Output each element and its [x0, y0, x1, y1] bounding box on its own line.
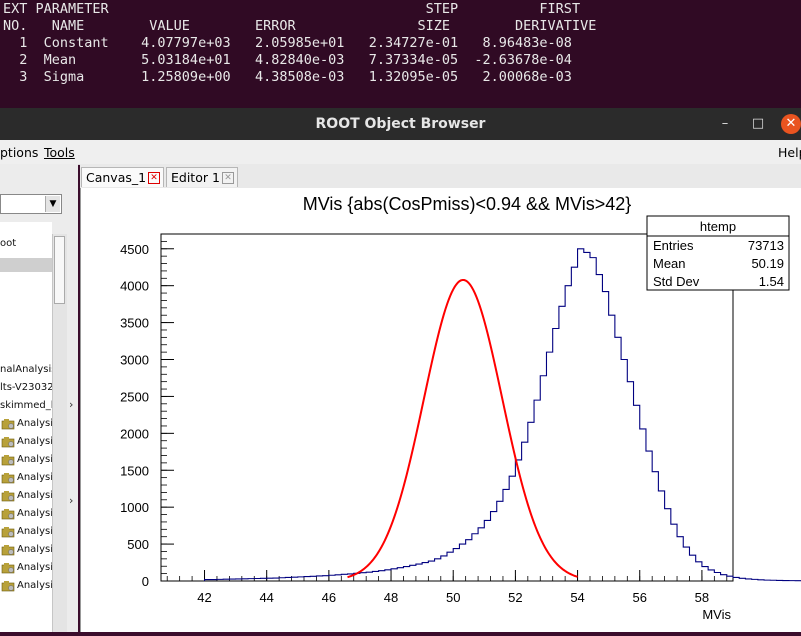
y-tick-label: 3500 [120, 316, 149, 331]
window-titlebar[interactable]: ROOT Object Browser – □ ✕ [0, 108, 801, 140]
x-tick-label: 46 [322, 590, 336, 605]
x-tick-label: 50 [446, 590, 460, 605]
tree-item[interactable]: Analysi [17, 580, 52, 591]
expand-right-icon[interactable]: › [69, 398, 73, 411]
histogram-plot[interactable]: MVis {abs(CosPmiss)<0.94 && MVis>42} 42 44… [81, 188, 801, 632]
tree-selection-highlight [0, 258, 52, 272]
y-tick-label: 1000 [120, 500, 149, 515]
tree-item[interactable]: Analysi [17, 562, 52, 573]
tree-item[interactable]: skimmed_l [0, 400, 52, 411]
x-axis-label: MVis [702, 607, 731, 622]
tree-item[interactable]: Analysi [17, 544, 52, 555]
close-icon[interactable]: ✕ [781, 114, 801, 134]
folder-icon [1, 526, 15, 538]
browser-left-pane: ▼ oot nalAnalysis lts-V23032 skimmed_l Analy… [0, 164, 78, 632]
y-tick-label: 3000 [120, 353, 149, 368]
y-tick-label: 0 [142, 574, 149, 589]
tab-canvas-1[interactable]: Canvas_1 ✕ [81, 167, 164, 187]
stats-label: Std Dev [653, 274, 700, 289]
menu-tools[interactable]: Tools [44, 145, 75, 160]
tree-item[interactable]: lts-V23032 [0, 382, 52, 393]
folder-icon [1, 436, 15, 448]
stats-value: 50.19 [751, 256, 784, 271]
close-tab-icon[interactable]: ✕ [148, 172, 160, 184]
tree-item[interactable]: Analysi [17, 436, 52, 447]
x-tick-label: 42 [197, 590, 211, 605]
menu-help[interactable]: Help [778, 145, 801, 160]
folder-icon [1, 472, 15, 484]
gaussian-fit-line [347, 278, 578, 579]
menu-options[interactable]: ptions [0, 145, 38, 160]
tree-item[interactable]: nalAnalysis [0, 364, 52, 375]
plot-title: MVis {abs(CosPmiss)<0.94 && MVis>42} [303, 194, 631, 214]
tree-item[interactable]: Analysi [17, 454, 52, 465]
file-tree[interactable]: oot nalAnalysis lts-V23032 skimmed_l Analysi… [0, 222, 52, 632]
tree-item[interactable]: Analysi [17, 418, 52, 429]
tab-editor-1[interactable]: Editor 1 ✕ [166, 167, 238, 187]
tab-bar: Canvas_1 ✕ Editor 1 ✕ [80, 164, 801, 188]
x-tick-label: 54 [570, 590, 584, 605]
menu-tools-label: Tools [44, 145, 75, 160]
menu-bar: ptions Tools Help [0, 140, 801, 165]
location-combo[interactable]: ▼ [0, 194, 62, 214]
folder-icon [1, 490, 15, 502]
y-tick-label: 2000 [120, 426, 149, 441]
fit-parameter-table: EXT PARAMETER STEP FIRST NO. NAME VALUE … [3, 1, 597, 85]
expand-right-icon-2[interactable]: › [69, 494, 73, 507]
x-tick-label: 58 [695, 590, 709, 605]
y-tick-label: 500 [127, 537, 149, 552]
stats-value: 1.54 [759, 274, 784, 289]
y-tick-label: 4500 [120, 242, 149, 257]
window-title: ROOT Object Browser [315, 116, 486, 132]
minimize-icon[interactable]: – [715, 114, 735, 134]
stats-title: htemp [700, 219, 736, 234]
folder-icon [1, 508, 15, 520]
histogram-series [203, 248, 801, 582]
tree-scrollbar[interactable] [52, 234, 67, 632]
stats-value: 73713 [748, 238, 784, 253]
y-tick-label: 1500 [120, 463, 149, 478]
tree-item[interactable]: oot [0, 238, 16, 249]
tree-scrollbar-thumb[interactable] [54, 236, 65, 304]
folder-icon [1, 544, 15, 556]
chevron-down-icon[interactable]: ▼ [45, 196, 60, 212]
root-canvas[interactable]: MVis {abs(CosPmiss)<0.94 && MVis>42} 42 44… [80, 188, 801, 632]
tree-item[interactable]: Analysi [17, 526, 52, 537]
folder-icon [1, 454, 15, 466]
background-window-ghost [0, 92, 801, 108]
y-tick-label: 2500 [120, 389, 149, 404]
folder-icon [1, 562, 15, 574]
x-tick-label: 44 [259, 590, 273, 605]
close-tab-icon-2[interactable]: ✕ [222, 172, 234, 184]
tab-canvas-1-label: Canvas_1 [86, 170, 147, 185]
folder-icon [1, 418, 15, 430]
stats-label: Entries [653, 238, 694, 253]
tree-item[interactable]: Analysi [17, 490, 52, 501]
x-tick-label: 52 [508, 590, 522, 605]
tab-editor-1-label: Editor 1 [171, 170, 220, 185]
tree-item[interactable]: Analysi [17, 472, 52, 483]
x-tick-label: 48 [384, 590, 398, 605]
stats-label: Mean [653, 256, 686, 271]
folder-icon [1, 580, 15, 592]
tree-item[interactable]: Analysi [17, 508, 52, 519]
x-tick-label: 56 [633, 590, 647, 605]
y-tick-label: 4000 [120, 279, 149, 294]
maximize-icon[interactable]: □ [748, 114, 768, 134]
